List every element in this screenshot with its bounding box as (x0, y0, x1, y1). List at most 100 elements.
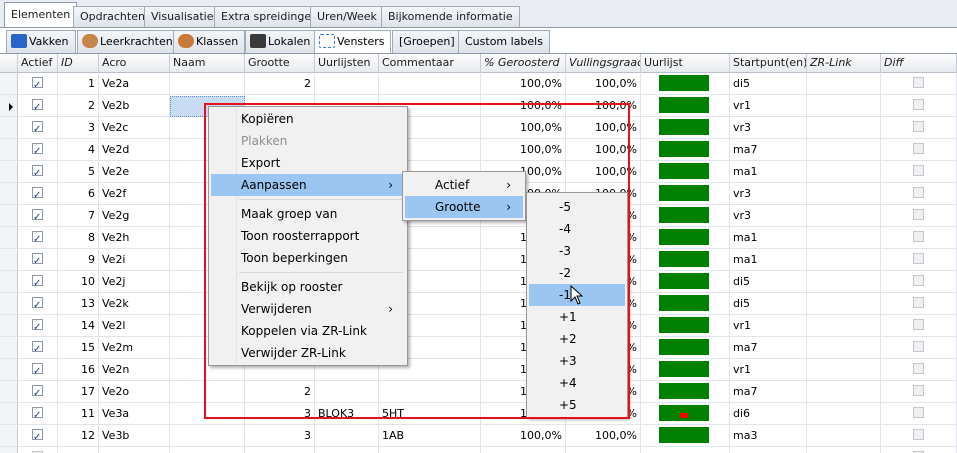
diff-cell[interactable] (881, 95, 957, 116)
diff-checkbox[interactable] (913, 385, 924, 396)
naam-cell[interactable] (170, 447, 245, 453)
actief-checkbox[interactable] (32, 317, 43, 336)
uurlijsten-cell[interactable] (315, 447, 379, 453)
acro-cell[interactable]: Ve2k (99, 293, 170, 314)
id-cell[interactable]: 1 (58, 73, 99, 94)
diff-checkbox[interactable] (913, 319, 924, 330)
diff-checkbox[interactable] (913, 77, 924, 88)
actief-cell[interactable] (18, 139, 58, 160)
col-zr-link[interactable]: ZR-Link (807, 54, 881, 73)
acro-cell[interactable]: Ve3b (99, 425, 170, 446)
uurlijsten-cell[interactable] (315, 73, 379, 94)
zr-link-cell[interactable] (807, 161, 881, 182)
start-cell[interactable]: vr3 (730, 117, 807, 138)
col-id[interactable]: ID (58, 54, 99, 73)
start-cell[interactable]: ma3 (730, 425, 807, 446)
diff-cell[interactable] (881, 227, 957, 248)
diff-cell[interactable] (881, 271, 957, 292)
id-cell[interactable] (58, 447, 99, 453)
naam-cell[interactable] (170, 425, 245, 446)
start-cell[interactable]: di5 (730, 73, 807, 94)
zr-link-cell[interactable] (807, 403, 881, 424)
id-cell[interactable]: 7 (58, 205, 99, 226)
uurlijst-cell[interactable] (641, 183, 730, 204)
diff-cell[interactable] (881, 183, 957, 204)
diff-cell[interactable] (881, 403, 957, 424)
acro-cell[interactable]: Ve2d (99, 139, 170, 160)
diff-cell[interactable] (881, 117, 957, 138)
tab-visualisatie[interactable]: Visualisatie (144, 6, 221, 28)
tab-bijkomende-informatie[interactable]: Bijkomende informatie (381, 6, 520, 28)
actief-checkbox[interactable] (32, 295, 43, 314)
id-cell[interactable]: 11 (58, 403, 99, 424)
uurlijst-cell[interactable] (641, 161, 730, 182)
zr-link-cell[interactable] (807, 227, 881, 248)
diff-checkbox[interactable] (913, 209, 924, 220)
grootte-cell[interactable] (245, 447, 315, 453)
tab-uren-week[interactable]: Uren/Week (310, 6, 384, 28)
start-cell[interactable] (730, 447, 807, 453)
zr-link-cell[interactable] (807, 139, 881, 160)
actief-cell[interactable] (18, 73, 58, 94)
tab-vensters[interactable]: Vensters (314, 30, 392, 54)
actief-cell[interactable] (18, 205, 58, 226)
start-cell[interactable]: ma1 (730, 249, 807, 270)
actief-cell[interactable] (18, 381, 58, 402)
zr-link-cell[interactable] (807, 249, 881, 270)
commentaar-cell[interactable] (379, 447, 481, 453)
start-cell[interactable]: ma7 (730, 337, 807, 358)
start-cell[interactable]: ma7 (730, 139, 807, 160)
acro-cell[interactable]: Ve2g (99, 205, 170, 226)
uurlijst-cell[interactable] (641, 381, 730, 402)
geroosterd-cell[interactable]: 100,0% (481, 73, 566, 94)
vulling-cell[interactable]: 100,0% (566, 73, 641, 94)
id-cell[interactable]: 16 (58, 359, 99, 380)
acro-cell[interactable]: Ve2f (99, 183, 170, 204)
start-cell[interactable]: vr3 (730, 205, 807, 226)
zr-link-cell[interactable] (807, 337, 881, 358)
acro-cell[interactable]: Ve3a (99, 403, 170, 424)
start-cell[interactable]: ma7 (730, 381, 807, 402)
uurlijst-cell[interactable] (641, 403, 730, 424)
commentaar-cell[interactable] (379, 73, 481, 94)
actief-checkbox[interactable] (32, 97, 43, 116)
actief-checkbox[interactable] (32, 383, 43, 402)
zr-link-cell[interactable] (807, 205, 881, 226)
diff-checkbox[interactable] (913, 187, 924, 198)
col-grootte[interactable]: Grootte (245, 54, 315, 73)
actief-cell[interactable] (18, 337, 58, 358)
actief-cell[interactable] (18, 271, 58, 292)
diff-checkbox[interactable] (913, 253, 924, 264)
col-naam[interactable]: Naam (170, 54, 245, 73)
uurlijst-cell[interactable] (641, 447, 730, 453)
start-cell[interactable]: vr3 (730, 183, 807, 204)
acro-cell[interactable]: Ve2l (99, 315, 170, 336)
zr-link-cell[interactable] (807, 73, 881, 94)
diff-cell[interactable] (881, 139, 957, 160)
actief-checkbox[interactable] (32, 75, 43, 94)
tab-lokalen[interactable]: Lokalen (245, 30, 318, 54)
actief-checkbox[interactable] (32, 361, 43, 380)
acro-cell[interactable]: Ve2n (99, 359, 170, 380)
diff-checkbox[interactable] (913, 231, 924, 242)
actief-checkbox[interactable] (32, 185, 43, 204)
actief-checkbox[interactable] (32, 141, 43, 160)
actief-checkbox[interactable] (32, 427, 43, 446)
uurlijsten-cell[interactable] (315, 425, 379, 446)
diff-cell[interactable] (881, 73, 957, 94)
tab-elementen[interactable]: Elementen (4, 2, 78, 28)
start-cell[interactable]: di6 (730, 403, 807, 424)
zr-link-cell[interactable] (807, 381, 881, 402)
zr-link-cell[interactable] (807, 359, 881, 380)
id-cell[interactable]: 6 (58, 183, 99, 204)
table-row[interactable]: 1 Ve2a 2 100,0% 100,0% di5 (0, 73, 957, 95)
col-vullingsgraad[interactable]: Vullingsgraad (566, 54, 641, 73)
start-cell[interactable]: vr1 (730, 95, 807, 116)
acro-cell[interactable]: Ve2a (99, 73, 170, 94)
actief-cell[interactable] (18, 117, 58, 138)
id-cell[interactable]: 3 (58, 117, 99, 138)
col-actief[interactable]: Actief (18, 54, 58, 73)
diff-cell[interactable] (881, 447, 957, 453)
id-cell[interactable]: 12 (58, 425, 99, 446)
col-diff[interactable]: Diff (881, 54, 957, 73)
